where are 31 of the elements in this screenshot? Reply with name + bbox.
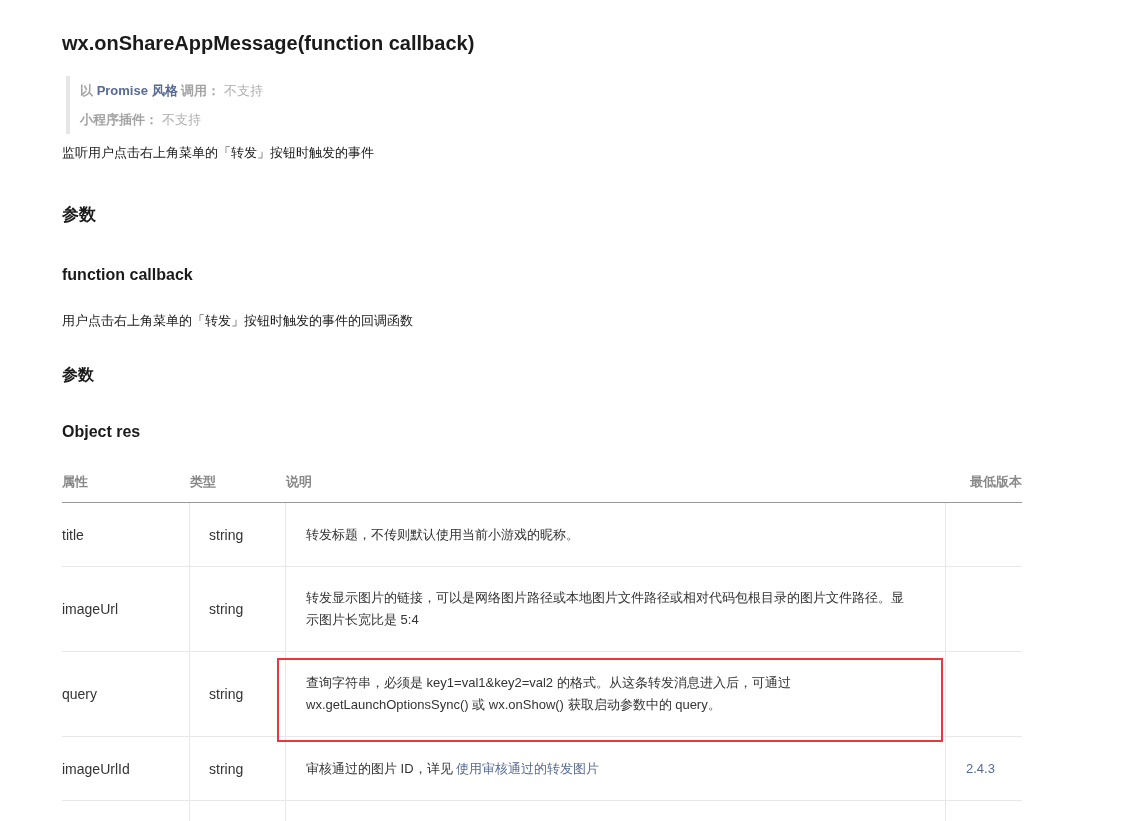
table-cell: string [190,652,286,736]
description-text: 用户点击右上角菜单的「转发」按钮时触发的事件的回调函数 [62,312,414,330]
table-cell-text: 转发标题，不传则默认使用当前小游戏的昵称。 [306,525,579,544]
table-cell: title [62,503,190,566]
promise-style-link[interactable]: Promise 风格 [96,83,178,98]
note-label: 调用： [179,83,221,98]
subsection-heading: function callback [62,265,194,285]
column-header: 最低版本 [969,473,1022,491]
section-heading: 参数 [62,204,97,226]
table-cell: imageUrl [62,567,190,651]
note-label: 以 [80,83,94,98]
table-cell: imageUrlId [62,737,190,800]
column-header: 说明 [286,473,313,491]
column-header: 属性 [62,473,89,491]
table-cell-text: 审核通过的图片 ID，详见 使用审核通过的转发图片 [306,759,600,778]
table-cell: 2.4.3 [966,761,995,776]
note-value: 不支持 [161,112,201,127]
table-cell-text: 查询字符串，必须是 key1=val1&key2=val2 的格式。从这条转发消息进入后，可通过 wx.getLaunchOptionsSync() 或 wx.onShow() 获取启动参数中的 query。 [306,674,792,714]
table-cell: string [190,503,286,566]
page-title: wx.onShareAppMessage(function callback) [62,31,476,56]
description-text: 监听用户点击右上角菜单的「转发」按钮时触发的事件 [62,144,375,162]
note-label: 小程序插件： [80,112,158,127]
table-cell: string [190,737,286,800]
column-header: 类型 [190,473,217,491]
note-value: 不支持 [223,83,263,98]
table-cell-text: 转发显示图片的链接，可以是网络图片路径或本地图片文件路径或相对代码包根目录的图片文件路径。显示图片长宽比是 5:4 [306,589,905,629]
table-cell: string [190,567,286,651]
subsection-heading: Object res [62,422,142,442]
table-cell: query [62,652,190,736]
doc-link[interactable]: 使用审核通过的转发图片 [456,760,600,776]
subsection-heading: 参数 [62,365,95,385]
